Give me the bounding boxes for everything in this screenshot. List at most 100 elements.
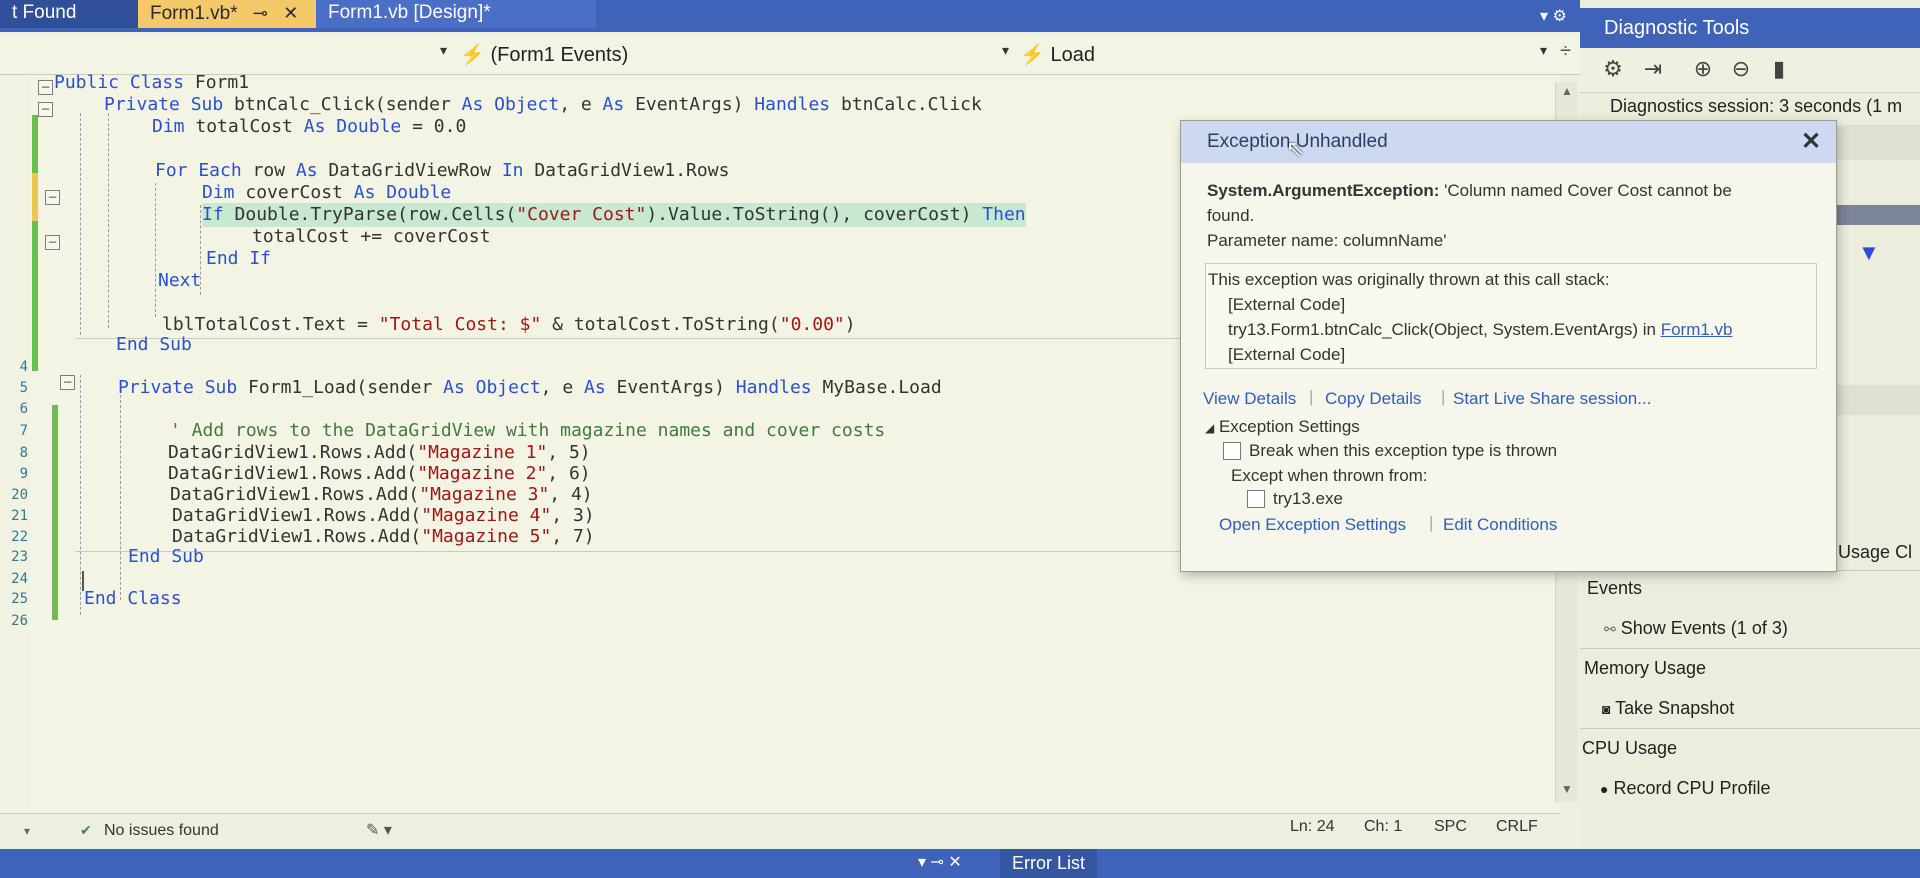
break-when-thrown-label: Break when this exception type is thrown: [1249, 441, 1558, 460]
pin-icon[interactable]: ⊸: [253, 3, 268, 23]
exception-highlighted-line: If Double.TryParse(row.Cells("Cover Cost…: [202, 203, 1026, 227]
method-icon: ⚡: [1020, 44, 1045, 66]
chart-icon[interactable]: ▮: [1764, 54, 1794, 84]
code-line: Public Class Form1: [54, 72, 250, 93]
code-cleanup-icon[interactable]: ✎ ▾: [366, 820, 392, 840]
try13-exe-label: try13.exe: [1273, 489, 1343, 508]
change-indicator: [32, 221, 38, 371]
close-icon[interactable]: ✕: [283, 3, 298, 23]
diagnostic-toolbar: ⚙ ⇥ ⊕ ⊖ ▮: [1580, 48, 1920, 93]
zoom-in-icon[interactable]: ⊕: [1688, 54, 1718, 84]
collapse-icon[interactable]: −: [45, 235, 60, 250]
code-line: Dim totalCost As Double = 0.0: [152, 116, 467, 137]
call-stack-title: This exception was originally thrown at …: [1208, 270, 1610, 289]
take-snapshot-label: Take Snapshot: [1615, 698, 1735, 718]
link-separator: |: [1441, 387, 1446, 406]
divider: [1580, 648, 1920, 649]
method-dropdown-value: Load: [1050, 44, 1095, 66]
tab-error-list[interactable]: Error List: [1000, 849, 1098, 878]
except-when-label: Except when thrown from:: [1231, 466, 1428, 485]
copy-details-link[interactable]: Copy Details: [1325, 389, 1421, 409]
code-line: Private Sub Form1_Load(sender As Object,…: [118, 377, 942, 398]
collapse-icon[interactable]: −: [45, 190, 60, 205]
gear-icon[interactable]: ⚙: [1598, 54, 1628, 84]
record-cpu-profile-button[interactable]: ● Record CPU Profile: [1600, 778, 1920, 799]
show-events-label: Show Events (1 of 3): [1620, 618, 1788, 638]
link-icon: ⚯: [1604, 621, 1616, 637]
bottom-tool-window-bar: ▾ ⊸ ✕ Error List: [0, 849, 1920, 878]
memory-usage-header: Memory Usage: [1584, 658, 1707, 678]
export-icon[interactable]: ⇥: [1638, 54, 1668, 84]
scroll-down-icon[interactable]: ▼: [1561, 782, 1573, 796]
link-separator: |: [1429, 513, 1434, 532]
line-number: [0, 181, 28, 205]
tab-overflow-icon[interactable]: ▾ ⚙: [1540, 6, 1567, 26]
issues-status[interactable]: No issues found: [104, 822, 219, 840]
navigation-bar: ▾ ⚡ (Form1 Events) ▾ ⚡ Load ▾ ÷: [0, 36, 1590, 75]
code-line: End Sub: [128, 546, 204, 567]
line-number: 23: [11, 549, 28, 565]
tab-form1-design[interactable]: Form1.vb [Design]*: [316, 0, 596, 28]
method-dropdown[interactable]: ⚡ Load: [1020, 40, 1540, 70]
view-details-link[interactable]: View Details: [1203, 389, 1296, 409]
line-ending-indicator[interactable]: CRLF: [1496, 818, 1538, 836]
indent-guide: [108, 113, 109, 328]
whitespace-indicator[interactable]: SPC: [1434, 818, 1467, 836]
chevron-down-icon[interactable]: ▾: [1540, 42, 1547, 59]
zoom-dropdown-icon[interactable]: ▾: [24, 824, 30, 838]
mouse-pointer-icon: ⇖: [1286, 136, 1305, 161]
column-indicator[interactable]: Ch: 1: [1364, 818, 1402, 836]
indent-guide: [155, 183, 156, 317]
cpu-usage-header: CPU Usage: [1582, 738, 1678, 758]
collapse-icon[interactable]: −: [38, 80, 53, 95]
tab-error-list-label: Error List: [1012, 853, 1086, 873]
events-header: Events: [1587, 578, 1643, 598]
line-number: [0, 333, 28, 357]
link-separator: |: [1309, 387, 1314, 406]
check-circle-icon: ✔: [80, 822, 92, 838]
tab-form1-vb[interactable]: Form1.vb* ⊸ ✕: [138, 0, 340, 28]
diagnostics-session-label: Diagnostics session: 3 seconds (1 m: [1610, 96, 1903, 116]
change-indicator: [52, 405, 58, 620]
source-file-link[interactable]: Form1.vb: [1661, 320, 1733, 339]
zoom-out-icon[interactable]: ⊖: [1726, 54, 1756, 84]
code-line: Dim coverCost As Double: [202, 182, 452, 203]
try13-exe-checkbox[interactable]: [1247, 490, 1265, 508]
tool-window-options-icon[interactable]: ▾ ⊸ ✕: [918, 852, 962, 872]
record-cpu-label: Record CPU Profile: [1613, 778, 1771, 798]
camera-icon: ◙: [1602, 701, 1611, 717]
diagnostic-tools-title: Diagnostic Tools: [1580, 8, 1920, 48]
exception-popup-header: Exception Unhandled ✕: [1181, 121, 1836, 163]
exception-settings-header[interactable]: ◢ Exception Settings: [1205, 417, 1360, 437]
line-number: [0, 159, 28, 183]
scroll-up-icon[interactable]: ▲: [1561, 84, 1573, 98]
split-editor-icon[interactable]: ÷: [1560, 40, 1571, 63]
exception-parameter: Parameter name: columnName': [1207, 231, 1447, 250]
code-line: DataGridView1.Rows.Add("Magazine 5", 7): [172, 526, 595, 547]
line-number: [0, 71, 28, 95]
live-share-link[interactable]: Start Live Share session...: [1453, 389, 1651, 409]
line-number: 7: [19, 423, 28, 439]
filter-icon[interactable]: ▼: [1858, 240, 1880, 266]
collapse-icon[interactable]: −: [38, 102, 53, 117]
chevron-down-icon[interactable]: ▾: [440, 42, 447, 59]
record-icon: ●: [1600, 781, 1609, 797]
take-snapshot-button[interactable]: ◙ Take Snapshot: [1602, 698, 1920, 719]
tab-found[interactable]: t Found: [0, 0, 144, 28]
code-comment: ' Add rows to the DataGridView with maga…: [170, 420, 886, 441]
show-events-button[interactable]: ⚯ Show Events (1 of 3): [1604, 618, 1920, 639]
collapse-triangle-icon: ◢: [1205, 421, 1215, 435]
edit-conditions-link[interactable]: Edit Conditions: [1443, 515, 1557, 535]
events-dropdown[interactable]: ⚡ (Form1 Events): [460, 40, 1000, 70]
chevron-down-icon[interactable]: ▾: [1002, 42, 1009, 59]
open-exception-settings-link[interactable]: Open Exception Settings: [1219, 515, 1406, 535]
collapse-icon[interactable]: −: [60, 375, 75, 390]
line-indicator[interactable]: Ln: 24: [1290, 818, 1334, 836]
break-when-thrown-checkbox[interactable]: [1223, 442, 1241, 460]
close-icon[interactable]: ✕: [1801, 127, 1821, 156]
line-number: [0, 93, 28, 117]
code-line: End Sub: [116, 334, 192, 355]
events-dropdown-value: (Form1 Events): [490, 44, 629, 66]
code-line: End If: [206, 248, 272, 269]
exception-message: System.ArgumentException: 'Column named …: [1207, 181, 1732, 200]
